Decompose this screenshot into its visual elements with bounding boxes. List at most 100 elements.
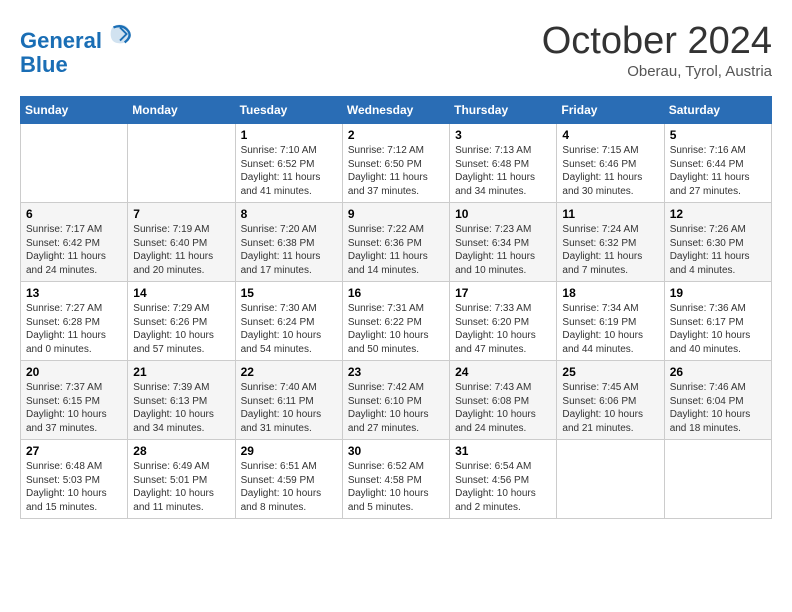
calendar-cell: 20 Sunrise: 7:37 AM Sunset: 6:15 PM Dayli… bbox=[21, 361, 128, 440]
day-number: 28 bbox=[133, 444, 229, 458]
calendar-cell: 29Sunrise: 6:51 AM Sunset: 4:59 PM Dayli… bbox=[235, 440, 342, 519]
day-number: 6 bbox=[26, 207, 122, 221]
logo-icon bbox=[106, 20, 134, 48]
day-info: Sunrise: 7:15 AM Sunset: 6:46 PM Dayligh… bbox=[562, 144, 658, 198]
day-info: Sunrise: 7:37 AM Sunset: 6:15 PM Dayligh… bbox=[26, 381, 122, 435]
day-info: Sunrise: 6:51 AM Sunset: 4:59 PM Dayligh… bbox=[241, 460, 337, 514]
logo-text: General bbox=[20, 20, 134, 53]
calendar-week-row: 27 Sunrise: 6:48 AM Sunset: 5:03 PM Dayli… bbox=[21, 440, 772, 519]
calendar-cell: 12 Sunrise: 7:26 AM Sunset: 6:30 PM Dayli… bbox=[664, 203, 771, 282]
day-number: 2 bbox=[348, 128, 444, 142]
calendar-header-row: SundayMondayTuesdayWednesdayThursdayFrid… bbox=[21, 97, 772, 124]
day-info: Sunrise: 7:43 AM Sunset: 6:08 PM Dayligh… bbox=[455, 381, 551, 435]
day-number: 11 bbox=[562, 207, 658, 221]
calendar-cell: 11 Sunrise: 7:24 AM Sunset: 6:32 PM Dayli… bbox=[557, 203, 664, 282]
day-info: Sunrise: 7:17 AM Sunset: 6:42 PM Dayligh… bbox=[26, 223, 122, 277]
day-info: Sunrise: 7:33 AM Sunset: 6:20 PM Dayligh… bbox=[455, 302, 551, 356]
calendar-cell: 9 Sunrise: 7:22 AM Sunset: 6:36 PM Daylig… bbox=[342, 203, 449, 282]
calendar-cell: 4Sunrise: 7:15 AM Sunset: 6:46 PM Daylig… bbox=[557, 124, 664, 203]
calendar-week-row: 13Sunrise: 7:27 AM Sunset: 6:28 PM Dayli… bbox=[21, 282, 772, 361]
calendar-cell bbox=[128, 124, 235, 203]
calendar-cell: 2 Sunrise: 7:12 AM Sunset: 6:50 PM Daylig… bbox=[342, 124, 449, 203]
calendar-cell: 30 Sunrise: 6:52 AM Sunset: 4:58 PM Dayli… bbox=[342, 440, 449, 519]
calendar-table: SundayMondayTuesdayWednesdayThursdayFrid… bbox=[20, 96, 772, 519]
calendar-cell: 31 Sunrise: 6:54 AM Sunset: 4:56 PM Dayli… bbox=[450, 440, 557, 519]
day-info: Sunrise: 6:48 AM Sunset: 5:03 PM Dayligh… bbox=[26, 460, 122, 514]
day-info: Sunrise: 7:13 AM Sunset: 6:48 PM Dayligh… bbox=[455, 144, 551, 198]
day-header-thursday: Thursday bbox=[450, 97, 557, 124]
calendar-week-row: 20 Sunrise: 7:37 AM Sunset: 6:15 PM Dayli… bbox=[21, 361, 772, 440]
day-header-sunday: Sunday bbox=[21, 97, 128, 124]
day-number: 10 bbox=[455, 207, 551, 221]
calendar-week-row: 1 Sunrise: 7:10 AM Sunset: 6:52 PM Daylig… bbox=[21, 124, 772, 203]
day-info: Sunrise: 7:19 AM Sunset: 6:40 PM Dayligh… bbox=[133, 223, 229, 277]
calendar-cell: 27 Sunrise: 6:48 AM Sunset: 5:03 PM Dayli… bbox=[21, 440, 128, 519]
calendar-cell: 3Sunrise: 7:13 AM Sunset: 6:48 PM Daylig… bbox=[450, 124, 557, 203]
calendar-cell: 26 Sunrise: 7:46 AM Sunset: 6:04 PM Dayli… bbox=[664, 361, 771, 440]
day-info: Sunrise: 7:23 AM Sunset: 6:34 PM Dayligh… bbox=[455, 223, 551, 277]
day-info: Sunrise: 7:30 AM Sunset: 6:24 PM Dayligh… bbox=[241, 302, 337, 356]
day-number: 26 bbox=[670, 365, 766, 379]
day-header-saturday: Saturday bbox=[664, 97, 771, 124]
calendar-cell: 13Sunrise: 7:27 AM Sunset: 6:28 PM Dayli… bbox=[21, 282, 128, 361]
calendar-cell: 17Sunrise: 7:33 AM Sunset: 6:20 PM Dayli… bbox=[450, 282, 557, 361]
day-number: 22 bbox=[241, 365, 337, 379]
day-number: 25 bbox=[562, 365, 658, 379]
calendar-cell: 25Sunrise: 7:45 AM Sunset: 6:06 PM Dayli… bbox=[557, 361, 664, 440]
day-number: 27 bbox=[26, 444, 122, 458]
title-block: October 2024 Oberau, Tyrol, Austria bbox=[542, 20, 772, 80]
day-info: Sunrise: 6:49 AM Sunset: 5:01 PM Dayligh… bbox=[133, 460, 229, 514]
day-info: Sunrise: 7:36 AM Sunset: 6:17 PM Dayligh… bbox=[670, 302, 766, 356]
logo-line1: General bbox=[20, 28, 102, 53]
day-number: 8 bbox=[241, 207, 337, 221]
calendar-cell: 24 Sunrise: 7:43 AM Sunset: 6:08 PM Dayli… bbox=[450, 361, 557, 440]
logo: General Blue bbox=[20, 20, 134, 77]
calendar-cell: 15 Sunrise: 7:30 AM Sunset: 6:24 PM Dayli… bbox=[235, 282, 342, 361]
day-header-wednesday: Wednesday bbox=[342, 97, 449, 124]
day-number: 1 bbox=[241, 128, 337, 142]
day-info: Sunrise: 7:24 AM Sunset: 6:32 PM Dayligh… bbox=[562, 223, 658, 277]
calendar-cell: 1 Sunrise: 7:10 AM Sunset: 6:52 PM Daylig… bbox=[235, 124, 342, 203]
day-info: Sunrise: 6:52 AM Sunset: 4:58 PM Dayligh… bbox=[348, 460, 444, 514]
day-number: 9 bbox=[348, 207, 444, 221]
calendar-cell: 16 Sunrise: 7:31 AM Sunset: 6:22 PM Dayli… bbox=[342, 282, 449, 361]
day-number: 19 bbox=[670, 286, 766, 300]
day-number: 30 bbox=[348, 444, 444, 458]
calendar-cell: 8 Sunrise: 7:20 AM Sunset: 6:38 PM Daylig… bbox=[235, 203, 342, 282]
day-number: 21 bbox=[133, 365, 229, 379]
day-info: Sunrise: 7:22 AM Sunset: 6:36 PM Dayligh… bbox=[348, 223, 444, 277]
day-info: Sunrise: 7:40 AM Sunset: 6:11 PM Dayligh… bbox=[241, 381, 337, 435]
day-number: 5 bbox=[670, 128, 766, 142]
day-number: 16 bbox=[348, 286, 444, 300]
calendar-cell: 21 Sunrise: 7:39 AM Sunset: 6:13 PM Dayli… bbox=[128, 361, 235, 440]
day-header-tuesday: Tuesday bbox=[235, 97, 342, 124]
day-number: 13 bbox=[26, 286, 122, 300]
day-info: Sunrise: 7:20 AM Sunset: 6:38 PM Dayligh… bbox=[241, 223, 337, 277]
day-number: 24 bbox=[455, 365, 551, 379]
day-info: Sunrise: 7:12 AM Sunset: 6:50 PM Dayligh… bbox=[348, 144, 444, 198]
day-number: 15 bbox=[241, 286, 337, 300]
page-header: General Blue October 2024 Oberau, Tyrol,… bbox=[20, 20, 772, 80]
calendar-cell: 6 Sunrise: 7:17 AM Sunset: 6:42 PM Daylig… bbox=[21, 203, 128, 282]
day-info: Sunrise: 7:16 AM Sunset: 6:44 PM Dayligh… bbox=[670, 144, 766, 198]
day-info: Sunrise: 7:31 AM Sunset: 6:22 PM Dayligh… bbox=[348, 302, 444, 356]
calendar-cell: 5 Sunrise: 7:16 AM Sunset: 6:44 PM Daylig… bbox=[664, 124, 771, 203]
day-number: 14 bbox=[133, 286, 229, 300]
day-number: 12 bbox=[670, 207, 766, 221]
day-info: Sunrise: 7:46 AM Sunset: 6:04 PM Dayligh… bbox=[670, 381, 766, 435]
day-info: Sunrise: 7:39 AM Sunset: 6:13 PM Dayligh… bbox=[133, 381, 229, 435]
calendar-cell: 7 Sunrise: 7:19 AM Sunset: 6:40 PM Daylig… bbox=[128, 203, 235, 282]
day-number: 20 bbox=[26, 365, 122, 379]
day-header-friday: Friday bbox=[557, 97, 664, 124]
day-info: Sunrise: 6:54 AM Sunset: 4:56 PM Dayligh… bbox=[455, 460, 551, 514]
day-info: Sunrise: 7:34 AM Sunset: 6:19 PM Dayligh… bbox=[562, 302, 658, 356]
calendar-cell: 28 Sunrise: 6:49 AM Sunset: 5:01 PM Dayli… bbox=[128, 440, 235, 519]
day-number: 7 bbox=[133, 207, 229, 221]
month-title: October 2024 bbox=[542, 20, 772, 63]
calendar-cell: 10 Sunrise: 7:23 AM Sunset: 6:34 PM Dayli… bbox=[450, 203, 557, 282]
day-info: Sunrise: 7:26 AM Sunset: 6:30 PM Dayligh… bbox=[670, 223, 766, 277]
day-number: 23 bbox=[348, 365, 444, 379]
day-number: 31 bbox=[455, 444, 551, 458]
calendar-week-row: 6 Sunrise: 7:17 AM Sunset: 6:42 PM Daylig… bbox=[21, 203, 772, 282]
day-info: Sunrise: 7:10 AM Sunset: 6:52 PM Dayligh… bbox=[241, 144, 337, 198]
